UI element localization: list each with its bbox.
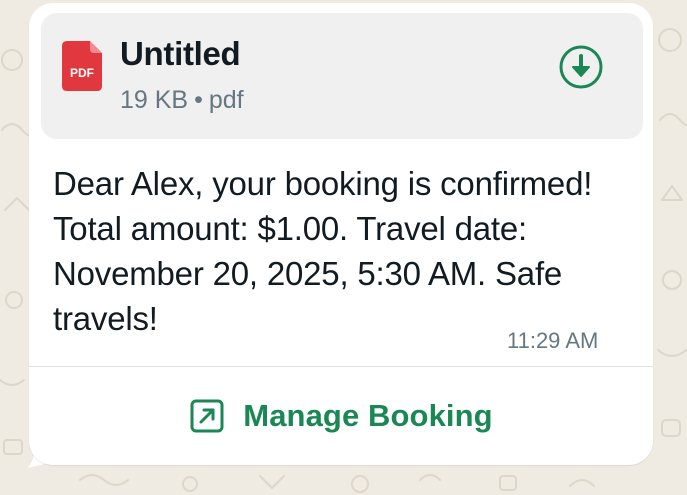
download-icon[interactable] [557,43,605,91]
pdf-icon-label: PDF [70,66,94,80]
meta-separator: • [194,86,203,114]
message-text: Dear Alex, your booking is confirmed! To… [53,165,593,337]
external-link-icon [190,399,224,433]
message-timestamp: 11:29 AM [507,328,599,353]
pdf-attachment[interactable]: PDF Untitled 19 KB • pdf [41,13,643,139]
attachment-file-name: Untitled [120,35,241,72]
attachment-meta: 19 KB • pdf [120,86,244,115]
attachment-file-size: 19 KB [120,86,189,114]
manage-booking-label: Manage Booking [243,398,493,433]
manage-booking-button[interactable]: Manage Booking [29,367,653,465]
pdf-file-icon: PDF [62,41,102,91]
attachment-file-type: pdf [208,86,244,114]
message-bubble[interactable]: PDF Untitled 19 KB • pdf Dear Alex, your b… [29,3,653,465]
